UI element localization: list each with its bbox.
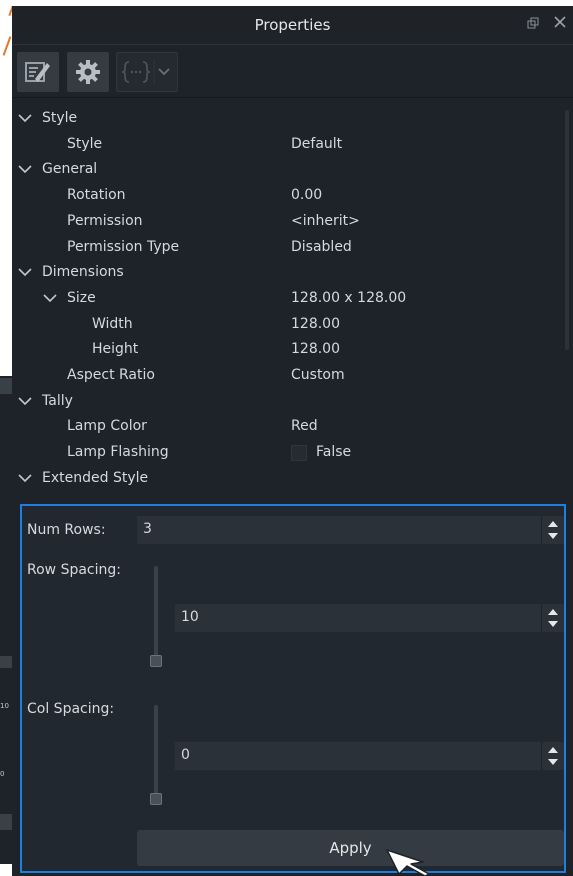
property-value[interactable]: Default	[291, 136, 342, 152]
close-icon[interactable]	[553, 14, 569, 32]
settings-button[interactable]	[67, 52, 109, 92]
num-rows-spinbox[interactable]: 3	[137, 516, 564, 544]
property-value[interactable]: 0.00	[291, 187, 322, 203]
up-down-arrows-icon[interactable]	[542, 604, 564, 632]
script-dropdown-button[interactable]	[116, 52, 178, 92]
property-row-lamp-color[interactable]: Lamp Color Red	[12, 416, 564, 440]
property-value[interactable]: 128.00 x 128.00	[291, 290, 406, 306]
property-label: Style	[67, 135, 103, 152]
property-value[interactable]: <inherit>	[291, 213, 360, 229]
group-dimensions[interactable]: Dimensions	[12, 262, 564, 286]
property-value[interactable]: Disabled	[291, 239, 352, 255]
toolbar	[12, 45, 573, 98]
property-row-permission[interactable]: Permission <inherit>	[12, 211, 564, 235]
annotation-stroke	[2, 36, 12, 56]
property-row-height[interactable]: Height 128.00	[12, 339, 564, 363]
group-extended-style[interactable]: Extended Style	[12, 468, 564, 492]
mouse-pointer-icon	[386, 849, 430, 876]
col-spacing-value[interactable]: 0	[181, 747, 190, 763]
property-label: Permission	[67, 212, 143, 229]
col-spacing-slider-handle[interactable]	[150, 793, 162, 805]
properties-panel: Properties Style Style Default General R…	[12, 6, 573, 876]
chevron-down-icon[interactable]	[18, 394, 32, 408]
property-row-size[interactable]: Size 128.00 x 128.00	[12, 288, 564, 312]
chevron-down-icon[interactable]	[18, 111, 32, 125]
property-row-aspect-ratio[interactable]: Aspect Ratio Custom	[12, 365, 564, 389]
panel-title: Properties	[254, 16, 331, 34]
col-spacing-label: Col Spacing:	[27, 701, 115, 717]
property-row-style[interactable]: Style Default	[12, 134, 564, 158]
row-spacing-slider-track[interactable]	[154, 566, 158, 662]
lamp-flashing-checkbox[interactable]	[291, 445, 307, 462]
gear-icon	[76, 60, 100, 84]
group-general[interactable]: General	[12, 159, 564, 183]
property-label: Permission Type	[67, 238, 180, 255]
property-row-width[interactable]: Width 128.00	[12, 314, 564, 338]
chevron-down-icon[interactable]	[18, 471, 32, 485]
background-window-value: 0	[0, 770, 5, 778]
up-down-arrows-icon[interactable]	[542, 516, 564, 544]
num-rows-value[interactable]: 3	[143, 521, 152, 537]
property-row-permission-type[interactable]: Permission Type Disabled	[12, 237, 564, 261]
spin-arrows[interactable]	[541, 604, 564, 632]
group-label: General	[42, 161, 98, 178]
row-spacing-label: Row Spacing:	[27, 562, 121, 578]
property-row-rotation[interactable]: Rotation 0.00	[12, 185, 564, 209]
tree-scrollbar-thumb[interactable]	[565, 110, 569, 350]
property-value[interactable]: Red	[291, 418, 318, 434]
col-spacing-slider-track[interactable]	[154, 705, 158, 801]
chevron-down-icon[interactable]	[18, 162, 32, 176]
script-braces-icon	[121, 60, 170, 84]
group-label: Tally	[42, 392, 73, 409]
group-label: Style	[42, 110, 78, 126]
row-spacing-slider-handle[interactable]	[150, 655, 162, 667]
property-value[interactable]: Custom	[291, 367, 345, 383]
property-value[interactable]: 128.00	[291, 341, 340, 357]
title-bar: Properties	[12, 6, 573, 45]
apply-button[interactable]: Apply	[137, 830, 564, 866]
property-label: Lamp Flashing	[67, 444, 169, 461]
group-style[interactable]: Style	[12, 108, 564, 132]
group-label: Dimensions	[42, 264, 124, 281]
group-label: Extended Style	[42, 469, 149, 486]
background-window-value: 10	[0, 702, 9, 710]
property-label: Rotation	[67, 187, 126, 204]
property-label: Height	[92, 341, 139, 358]
row-spacing-value[interactable]: 10	[181, 609, 199, 625]
extended-style-editor: Num Rows: 3 Row Spacing: 10 Col Spacing:…	[20, 504, 566, 873]
chevron-down-icon[interactable]	[18, 265, 32, 279]
property-value[interactable]: 128.00	[291, 316, 340, 332]
property-label: Lamp Color	[67, 418, 147, 435]
up-down-arrows-icon[interactable]	[542, 742, 564, 770]
property-value: False	[316, 444, 352, 461]
edit-properties-button[interactable]	[17, 52, 59, 92]
col-spacing-spinbox[interactable]: 0	[175, 742, 564, 770]
spin-arrows[interactable]	[541, 516, 564, 544]
num-rows-label: Num Rows:	[27, 522, 106, 538]
group-tally[interactable]: Tally	[12, 391, 564, 415]
pencil-edit-icon	[25, 62, 50, 82]
property-label: Width	[92, 315, 133, 332]
chevron-down-icon[interactable]	[43, 291, 57, 305]
spin-arrows[interactable]	[541, 742, 564, 770]
property-label: Size	[67, 289, 96, 306]
property-label: Aspect Ratio	[67, 367, 155, 383]
float-icon[interactable]	[527, 17, 541, 31]
property-row-lamp-flashing[interactable]: Lamp Flashing False	[12, 442, 564, 466]
row-spacing-spinbox[interactable]: 10	[175, 604, 564, 632]
